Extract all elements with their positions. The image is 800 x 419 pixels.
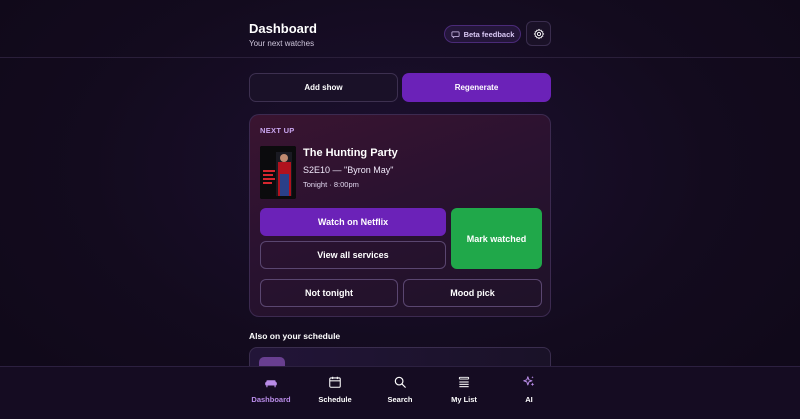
view-all-services-button[interactable]: View all services: [260, 241, 446, 269]
page-title: Dashboard: [249, 21, 317, 36]
air-time: Tonight · 8:00pm: [303, 180, 359, 189]
gear-icon: [533, 28, 544, 39]
schedule-section-title: Also on your schedule: [249, 331, 341, 341]
sparkles-icon: [523, 376, 535, 387]
show-poster[interactable]: [260, 146, 296, 199]
mood-pick-button[interactable]: Mood pick: [403, 279, 542, 307]
next-up-card: NEXT UP The Hunting Party S2E10 — "Byron…: [249, 114, 551, 317]
search-icon: [394, 376, 406, 388]
nav-label-schedule: Schedule: [318, 395, 352, 404]
nav-label-my-list: My List: [451, 395, 477, 404]
sofa-icon: [265, 380, 277, 388]
chat-bubble-icon: [451, 31, 460, 38]
not-tonight-button[interactable]: Not tonight: [260, 279, 398, 307]
watch-on-netflix-button[interactable]: Watch on Netflix: [260, 208, 446, 236]
nav-schedule[interactable]: Schedule: [305, 375, 365, 415]
show-title: The Hunting Party: [303, 147, 398, 159]
episode-info: S2E10 — "Byron May": [303, 165, 394, 175]
nav-label-search: Search: [387, 395, 413, 404]
nav-ai[interactable]: AI: [499, 375, 559, 415]
bottom-nav: Dashboard Schedule Search My List AI: [0, 366, 800, 419]
nav-label-dashboard: Dashboard: [251, 395, 291, 404]
page-subtitle: Your next watches: [249, 39, 315, 48]
add-show-button[interactable]: Add show: [249, 73, 398, 102]
settings-button[interactable]: [526, 21, 551, 46]
nav-search[interactable]: Search: [370, 375, 430, 415]
nav-my-list[interactable]: My List: [434, 375, 494, 415]
nav-dashboard[interactable]: Dashboard: [241, 375, 301, 415]
regenerate-button[interactable]: Regenerate: [402, 73, 551, 102]
nav-label-ai: AI: [525, 395, 533, 404]
next-up-label: NEXT UP: [260, 126, 295, 135]
beta-feedback-button[interactable]: Beta feedback: [444, 25, 521, 43]
header: Dashboard Your next watches Beta feedbac…: [0, 0, 800, 58]
mark-watched-button[interactable]: Mark watched: [451, 208, 542, 269]
calendar-icon: [329, 376, 341, 388]
list-icon: [458, 376, 470, 388]
beta-feedback-label: Beta feedback: [463, 29, 515, 39]
